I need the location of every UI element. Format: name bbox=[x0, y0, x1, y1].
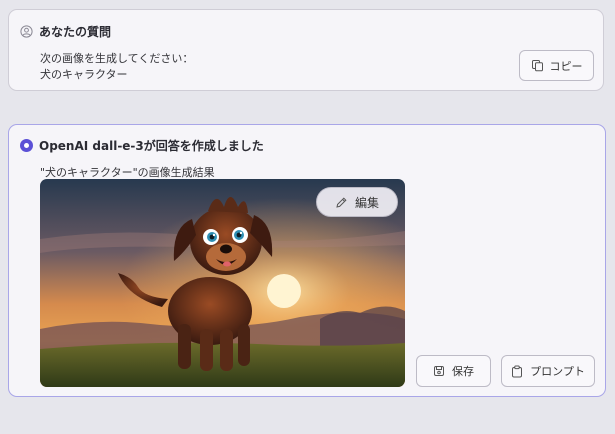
copy-button[interactable]: コピー bbox=[519, 50, 594, 81]
question-header: あなたの質問 bbox=[20, 23, 111, 40]
save-label: 保存 bbox=[452, 365, 474, 378]
prompt-label: プロンプト bbox=[530, 365, 585, 378]
chat-view: あなたの質問 次の画像を生成してください： 犬のキャラクター コピー OpenA… bbox=[0, 0, 615, 434]
copy-label: コピー bbox=[549, 59, 583, 73]
question-text: 次の画像を生成してください： 犬のキャラクター bbox=[40, 51, 193, 83]
answer-title: OpenAI dall-e-3が回答を作成しました bbox=[39, 139, 264, 153]
generated-image[interactable]: 編集 bbox=[40, 179, 405, 387]
pencil-icon bbox=[336, 196, 347, 208]
answer-card: OpenAI dall-e-3が回答を作成しました "犬のキャラクター"の画像生… bbox=[8, 124, 606, 397]
radio-selected-icon bbox=[20, 139, 33, 152]
question-title: あなたの質問 bbox=[39, 25, 112, 39]
question-card: あなたの質問 次の画像を生成してください： 犬のキャラクター コピー bbox=[8, 9, 604, 91]
clipboard-icon bbox=[512, 365, 523, 377]
prompt-button[interactable]: プロンプト bbox=[501, 355, 595, 387]
question-line: 次の画像を生成してください： bbox=[40, 52, 194, 65]
save-button[interactable]: 保存 bbox=[416, 355, 491, 387]
save-icon bbox=[434, 366, 444, 376]
user-circle-icon bbox=[20, 25, 33, 38]
edit-label: 編集 bbox=[354, 195, 379, 210]
edit-button[interactable]: 編集 bbox=[316, 187, 398, 217]
question-line: 犬のキャラクター bbox=[40, 68, 128, 81]
copy-icon bbox=[531, 60, 543, 72]
answer-header: OpenAI dall-e-3が回答を作成しました bbox=[20, 137, 264, 154]
image-caption: "犬のキャラクター"の画像生成結果 bbox=[40, 166, 215, 179]
